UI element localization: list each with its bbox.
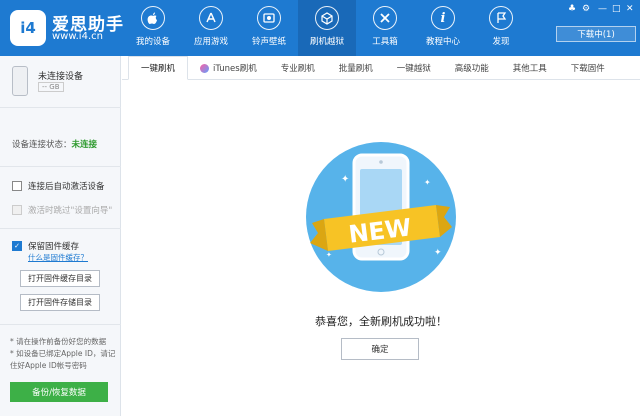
phone-icon [12, 66, 28, 96]
nav-label: 发现 [492, 37, 510, 47]
status-label: 设备连接状态： [12, 140, 72, 150]
nav-flash-jailbreak[interactable]: 刷机越狱 [298, 0, 356, 56]
nav-label: 工具箱 [372, 37, 398, 47]
close-icon[interactable]: ✕ [626, 4, 634, 14]
nav-toolbox[interactable]: 工具箱 [356, 0, 414, 56]
what-is-cache-link[interactable]: 什么是固件缓存？ [28, 252, 88, 263]
main-nav: 我的设备 应用游戏 铃声壁纸 刷机越狱 工具箱 i 教程中心 发现 [124, 0, 530, 56]
device-name: 未连接设备 [38, 72, 84, 82]
device-card: 未连接设备 -- GB [0, 56, 121, 108]
device-capacity: -- GB [38, 82, 64, 92]
auto-activate-option[interactable]: 连接后自动激活设备 [12, 180, 105, 192]
open-cache-dir-button[interactable]: 打开固件缓存目录 [20, 270, 100, 287]
ringtone-wallpaper-icon [257, 6, 281, 30]
nav-apps-games[interactable]: 应用游戏 [182, 0, 240, 56]
tab-bar: 一键刷机 iTunes刷机 专业刷机 批量刷机 一键越狱 高级功能 其他工具 下… [122, 56, 640, 80]
note-line: * 如设备已绑定Apple ID，请记住好Apple ID帐号密码 [10, 349, 116, 370]
info-icon: i [431, 6, 455, 30]
app-store-icon [199, 6, 223, 30]
skip-setup-checkbox [12, 205, 22, 215]
tab-batch-flash[interactable]: 批量刷机 [327, 56, 385, 80]
nav-my-device[interactable]: 我的设备 [124, 0, 182, 56]
nav-label: 铃声壁纸 [251, 37, 286, 47]
nav-discover[interactable]: 发现 [472, 0, 530, 56]
nav-ringtones-wallpapers[interactable]: 铃声壁纸 [240, 0, 298, 56]
flag-icon [489, 6, 513, 30]
download-queue-button[interactable]: 下载中(1) [556, 26, 636, 42]
keep-firmware-checkbox[interactable]: ✓ [12, 241, 22, 251]
divider [0, 324, 121, 325]
flash-box-icon [315, 6, 339, 30]
sparkle-icon: ✦ [424, 178, 431, 187]
tab-pro-flash[interactable]: 专业刷机 [269, 56, 327, 80]
maximize-icon[interactable]: □ [612, 4, 621, 14]
app-header: i4 爱思助手 www.i4.cn 我的设备 应用游戏 铃声壁纸 刷机越狱 工具… [0, 0, 640, 56]
tools-icon [373, 6, 397, 30]
tab-other-tools[interactable]: 其他工具 [501, 56, 559, 80]
tab-download-firmware[interactable]: 下载固件 [559, 56, 617, 80]
note-line: * 请在操作前备份好您的数据 [10, 337, 107, 346]
sparkle-icon: ✦ [341, 174, 349, 185]
settings-icon[interactable]: ⚙ [582, 4, 590, 14]
keep-firmware-option[interactable]: ✓ 保留固件缓存 [12, 240, 79, 252]
tab-one-click-flash[interactable]: 一键刷机 [128, 56, 189, 80]
nav-label: 我的设备 [135, 37, 170, 47]
tab-advanced[interactable]: 高级功能 [443, 56, 501, 80]
skip-setup-label: 激活时跳过"设置向导" [28, 206, 113, 216]
nav-label: 应用游戏 [193, 37, 228, 47]
skip-setup-option: 激活时跳过"设置向导" [12, 204, 112, 216]
minimize-icon[interactable]: — [598, 4, 607, 14]
open-storage-dir-button[interactable]: 打开固件存储目录 [20, 294, 100, 311]
brand-url: www.i4.cn [52, 31, 103, 42]
flash-result-panel: ✦ ✦ ✦ ✦ NEW 恭喜您，全新刷机成功啦！ 确定 [122, 81, 640, 416]
sidebar: 未连接设备 -- GB 设备连接状态：未连接 连接后自动激活设备 激活时跳过"设… [0, 56, 121, 416]
nav-label: 教程中心 [425, 37, 460, 47]
sparkle-icon: ✦ [434, 248, 442, 258]
tab-label: iTunes刷机 [213, 64, 257, 74]
backup-restore-button[interactable]: 备份/恢复数据 [10, 382, 108, 402]
apple-icon [141, 6, 165, 30]
confirm-button[interactable]: 确定 [341, 338, 419, 360]
app-logo: i4 [10, 10, 46, 46]
divider [0, 166, 121, 167]
divider [0, 228, 121, 229]
keep-firmware-label: 保留固件缓存 [28, 242, 80, 252]
connection-status: 设备连接状态：未连接 [12, 138, 97, 150]
nav-label: 刷机越狱 [309, 37, 344, 47]
warning-notes: * 请在操作前备份好您的数据 * 如设备已绑定Apple ID，请记住好Appl… [10, 336, 120, 372]
tab-one-click-jailbreak[interactable]: 一键越狱 [385, 56, 443, 80]
auto-activate-checkbox[interactable] [12, 181, 22, 191]
nav-tutorials[interactable]: i 教程中心 [414, 0, 472, 56]
success-message: 恭喜您，全新刷机成功啦！ [315, 315, 447, 328]
skin-icon[interactable]: ♣ [568, 4, 576, 14]
sparkle-icon: ✦ [326, 251, 332, 259]
itunes-icon [200, 63, 210, 73]
status-value: 未连接 [71, 140, 98, 150]
tab-itunes-flash[interactable]: iTunes刷机 [188, 56, 269, 80]
auto-activate-label: 连接后自动激活设备 [28, 182, 105, 192]
